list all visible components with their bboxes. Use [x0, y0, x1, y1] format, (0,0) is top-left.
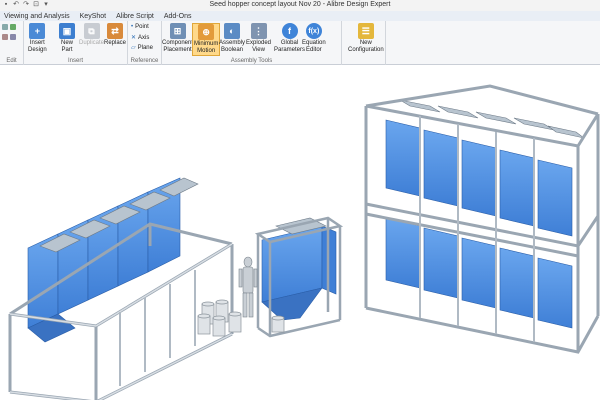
duplicate-icon: ⧉ [83, 23, 100, 39]
point-button[interactable]: • Point [131, 24, 149, 30]
plane-icon: ▱ [131, 45, 136, 51]
group-label-insert: Insert [67, 58, 83, 64]
group-label-reference: Reference [130, 58, 159, 64]
exploded-view-icon: ⋮ [250, 23, 267, 39]
group-label-assembly-tools: Assembly Tools [230, 58, 273, 64]
edit-tools-2[interactable] [2, 34, 16, 40]
assembly-boolean-button[interactable]: ◐ Assembly Boolean [219, 23, 245, 54]
mirror-icon[interactable] [2, 34, 8, 40]
pattern-icon[interactable] [10, 34, 16, 40]
group-assembly-tools: ⊞ Component Placement ⊕ Minimum Motion ◐… [162, 21, 342, 65]
person-figure [238, 256, 258, 318]
window-title: Seed hopper concept layout Nov 20 - Alib… [209, 1, 391, 8]
minimum-motion-button[interactable]: ⊕ Minimum Motion [192, 23, 221, 56]
single-hopper-unit[interactable] [254, 216, 344, 338]
plane-button[interactable]: ▱ Plane [131, 44, 153, 52]
insert-design-button[interactable]: + Insert Design [28, 23, 47, 54]
component-placement-icon: ⊞ [169, 23, 186, 39]
axis-icon: ✕ [131, 35, 137, 41]
duplicate-button[interactable]: ⧉ Duplicate [79, 23, 104, 47]
group-edit: Edit [0, 21, 24, 65]
replace-button[interactable]: ⇄ Replace [104, 23, 126, 47]
component-placement-button[interactable]: ⊞ Component Placement [162, 23, 193, 54]
right-upper-hoppers [385, 119, 573, 237]
left-hopper-frame[interactable] [8, 177, 234, 400]
group-insert: + Insert Design ▣ New Part ⧉ Duplicate ⇄… [24, 21, 128, 65]
equation-editor-button[interactable]: f(x) Equation Editor [302, 23, 326, 54]
title-bar: ▪ ↶ ↷ ⊡ ▾ Seed hopper concept layout Nov… [0, 0, 600, 11]
global-parameters-button[interactable]: f Global Parameters [274, 23, 305, 54]
new-configuration-button[interactable]: ☰ New Configuration [348, 23, 384, 54]
new-part-button[interactable]: ▣ New Part [59, 23, 75, 54]
tab-alibre-script[interactable]: Alibre Script [116, 13, 154, 20]
3d-viewport[interactable] [0, 66, 600, 400]
point-icon: • [131, 24, 134, 30]
group-label-edit: Edit [6, 58, 17, 64]
group-reference: • Point ✕ Axis ▱ Plane Reference [128, 21, 162, 65]
ribbon: Edit + Insert Design ▣ New Part ⧉ Duplic… [0, 21, 600, 65]
equation-editor-icon: f(x) [305, 23, 322, 39]
move-icon[interactable] [2, 24, 8, 30]
group-configuration: ☰ New Configuration [342, 21, 386, 65]
right-stacked-hopper-frame[interactable] [364, 84, 600, 354]
assembly-model[interactable] [0, 66, 600, 400]
tab-add-ons[interactable]: Add-Ons [164, 13, 192, 20]
insert-design-icon: + [29, 23, 46, 39]
new-configuration-icon: ☰ [357, 23, 374, 39]
minimum-motion-icon: ⊕ [198, 24, 215, 40]
right-lower-hoppers [385, 217, 573, 329]
global-parameters-icon: f [281, 23, 298, 39]
replace-icon: ⇄ [107, 23, 123, 39]
axis-button[interactable]: ✕ Axis [131, 34, 149, 42]
tab-viewing-and-analysis[interactable]: Viewing and Analysis [4, 13, 70, 20]
rotate-icon[interactable] [10, 24, 16, 30]
assembly-boolean-icon: ◐ [224, 23, 240, 39]
new-part-icon: ▣ [59, 23, 75, 39]
tab-keyshot[interactable]: KeyShot [80, 13, 106, 20]
exploded-view-button[interactable]: ⋮ Exploded View [246, 23, 271, 54]
edit-tools[interactable] [2, 24, 16, 30]
ribbon-tabs: Viewing and Analysis KeyShot Alibre Scri… [0, 11, 600, 21]
